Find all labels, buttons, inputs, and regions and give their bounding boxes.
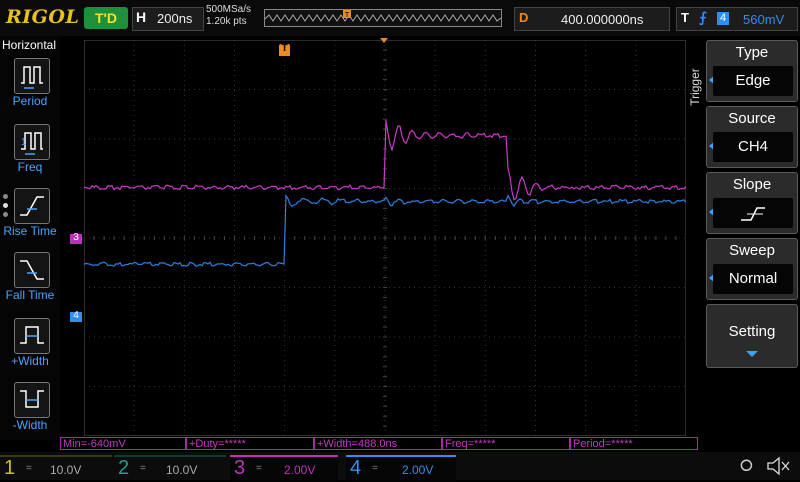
channel3-scale: 2.00V bbox=[284, 463, 316, 477]
channel4-tab[interactable]: 4 = 2.00V bbox=[346, 455, 456, 481]
trigger-setting-title: Setting bbox=[728, 323, 776, 340]
measure-positive-width-button[interactable]: +Width bbox=[0, 318, 60, 378]
channel-bar: 1 = 10.0V 2 = 10.0V 3 = 2.00V 4 = 2.00V … bbox=[0, 452, 800, 481]
channel4-scale: 2.00V bbox=[402, 463, 434, 477]
measurement-period[interactable]: Period=***** bbox=[570, 437, 698, 450]
status-bar: RIGOL T'D H 200ns 500MSa/s 1.20k pts T D… bbox=[0, 0, 800, 36]
channel2-scale: 10.0V bbox=[166, 463, 198, 477]
measure-rise-time-label: Rise Time bbox=[3, 224, 57, 238]
usb-icon: ⭘ bbox=[740, 458, 753, 475]
channel3-offset-marker[interactable]: 3 bbox=[70, 232, 82, 244]
trigger-source-title: Source bbox=[728, 110, 776, 127]
channel2-number: 2 bbox=[118, 457, 130, 479]
measure-frequency-button[interactable]: 1 Freq bbox=[0, 124, 60, 184]
channel4-number: 4 bbox=[350, 457, 362, 479]
trigger-source-button[interactable]: Source CH4 bbox=[706, 106, 798, 168]
measurement-min[interactable]: Min=-640mV bbox=[60, 437, 186, 450]
measure-side-menu: Horizontal Period 1 Freq Rise Time Fall … bbox=[0, 36, 60, 440]
trigger-level: 560mV bbox=[743, 12, 785, 27]
trigger-position-marker[interactable]: T bbox=[279, 43, 290, 56]
delay-label: D bbox=[519, 10, 529, 25]
dc-coupling-icon: = bbox=[26, 463, 32, 474]
measure-frequency-label: Freq bbox=[17, 160, 43, 174]
negative-width-icon bbox=[14, 382, 50, 418]
channel4-offset-marker[interactable]: 4 bbox=[70, 310, 82, 322]
run-status-badge[interactable]: T'D bbox=[84, 7, 128, 29]
measurement-frequency[interactable]: Freq=***** bbox=[442, 437, 570, 450]
waveform-display[interactable] bbox=[83, 39, 687, 437]
timebase-label: H bbox=[136, 9, 147, 25]
horizontal-center-icon bbox=[380, 38, 388, 43]
trigger-position-label: T bbox=[281, 43, 288, 54]
memory-position-bar[interactable]: T bbox=[264, 9, 502, 27]
speaker-muted-icon[interactable] bbox=[764, 455, 792, 477]
acquisition-readout: 500MSa/s 1.20k pts bbox=[206, 4, 251, 28]
delay-value: 400.000000ns bbox=[561, 12, 644, 27]
channel3-marker-label: 3 bbox=[73, 232, 79, 243]
rise-time-icon bbox=[14, 188, 50, 224]
trigger-label: T bbox=[681, 10, 689, 25]
channel3-number: 3 bbox=[234, 457, 246, 479]
waveform-svg bbox=[83, 39, 687, 437]
channel3-tab[interactable]: 3 = 2.00V bbox=[230, 455, 338, 481]
dc-coupling-icon: = bbox=[256, 463, 262, 474]
channel1-scale: 10.0V bbox=[50, 463, 82, 477]
svg-text:T: T bbox=[345, 12, 350, 19]
trigger-readout[interactable]: T ⨍ 4 560mV bbox=[676, 7, 798, 31]
measure-period-label: Period bbox=[12, 94, 48, 108]
trigger-sweep-title: Sweep bbox=[729, 242, 775, 259]
trigger-type-title: Type bbox=[735, 44, 769, 61]
trigger-menu-tag: Trigger bbox=[686, 42, 704, 142]
measurement-bar: Min=-640mV +Duty=***** +Width=488.0ns Fr… bbox=[60, 437, 700, 452]
rising-edge-icon: ⨍ bbox=[699, 9, 707, 25]
measurement-positive-duty[interactable]: +Duty=***** bbox=[186, 437, 314, 450]
channel3-trace bbox=[83, 120, 687, 201]
rising-edge-icon bbox=[741, 207, 765, 221]
measure-positive-width-label: +Width bbox=[11, 354, 49, 368]
graticule bbox=[83, 39, 687, 437]
measurement-positive-width[interactable]: +Width=488.0ns bbox=[314, 437, 442, 450]
sample-rate: 500MSa/s bbox=[206, 4, 252, 15]
channel4-marker-label: 4 bbox=[73, 310, 79, 321]
dc-coupling-icon: = bbox=[140, 463, 146, 474]
trigger-slope-button[interactable]: Slope bbox=[706, 172, 798, 234]
positive-width-icon bbox=[14, 318, 50, 354]
measure-negative-width-label: -Width bbox=[12, 418, 48, 432]
trigger-sweep-button[interactable]: Sweep Normal bbox=[706, 238, 798, 300]
channel1-number: 1 bbox=[4, 457, 16, 479]
trigger-setting-button[interactable]: Setting bbox=[706, 304, 798, 368]
trigger-slope-value bbox=[713, 198, 793, 228]
measure-category-title: Horizontal bbox=[2, 38, 57, 52]
trigger-menu-title: Trigger bbox=[688, 68, 702, 106]
trigger-sweep-value: Normal bbox=[713, 264, 793, 294]
frequency-icon: 1 bbox=[14, 124, 50, 160]
timebase-readout[interactable]: H 200ns bbox=[132, 7, 204, 31]
channel2-tab[interactable]: 2 = 10.0V bbox=[114, 455, 226, 481]
trigger-slope-title: Slope bbox=[732, 176, 772, 193]
trigger-menu: Trigger Type Edge Source CH4 Slope Sweep… bbox=[686, 36, 800, 440]
measure-rise-time-button[interactable]: Rise Time bbox=[0, 188, 60, 248]
brand-logo: RIGOL bbox=[6, 6, 80, 28]
dc-coupling-icon: = bbox=[372, 463, 378, 474]
measure-fall-time-button[interactable]: Fall Time bbox=[0, 252, 60, 312]
trigger-type-value: Edge bbox=[713, 66, 793, 96]
trigger-source-badge: 4 bbox=[717, 12, 729, 25]
svg-text:1: 1 bbox=[21, 137, 27, 148]
channel1-tab[interactable]: 1 = 10.0V bbox=[0, 455, 112, 481]
delay-readout[interactable]: D 400.000000ns bbox=[514, 7, 670, 31]
memory-waveform-icon: T bbox=[264, 10, 502, 22]
chevron-down-icon bbox=[746, 351, 758, 357]
trigger-source-value: CH4 bbox=[713, 132, 793, 162]
measure-period-button[interactable]: Period bbox=[0, 58, 60, 118]
trigger-type-button[interactable]: Type Edge bbox=[706, 40, 798, 102]
memory-depth: 1.20k pts bbox=[206, 16, 247, 27]
timebase-value: 200ns bbox=[157, 11, 193, 26]
measure-fall-time-label: Fall Time bbox=[5, 288, 55, 302]
measure-negative-width-button[interactable]: -Width bbox=[0, 382, 60, 442]
fall-time-icon bbox=[14, 252, 50, 288]
period-icon bbox=[14, 58, 50, 94]
